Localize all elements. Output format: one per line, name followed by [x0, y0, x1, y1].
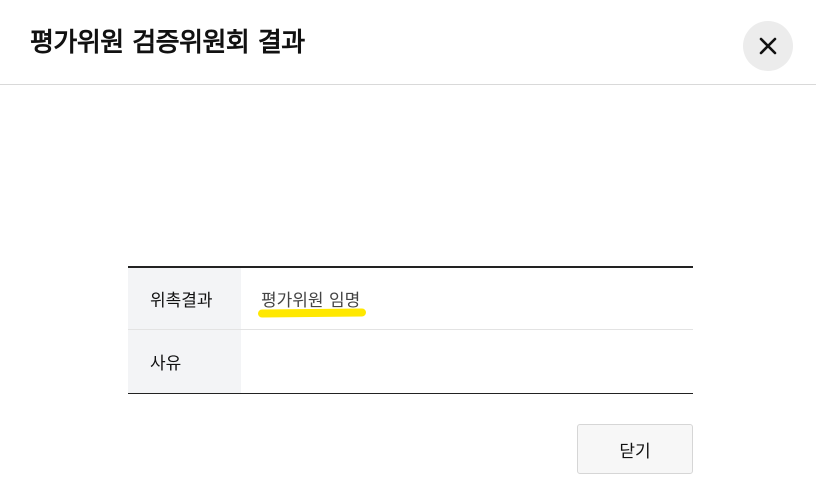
row-label-appointment-result: 위촉결과 [128, 267, 241, 330]
close-icon [759, 37, 777, 55]
dialog-close-button[interactable] [743, 21, 793, 71]
row-label-reason: 사유 [128, 329, 241, 393]
dialog-title: 평가위원 검증위원회 결과 [30, 28, 305, 58]
result-table: 위촉결과 평가위원 임명 사유 [128, 266, 693, 394]
table-row: 사유 [128, 329, 693, 393]
dialog-header: 평가위원 검증위원회 결과 [0, 0, 816, 85]
table-row: 위촉결과 평가위원 임명 [128, 267, 693, 330]
row-value-reason [241, 329, 693, 393]
highlighted-value: 평가위원 임명 [261, 286, 360, 311]
close-button[interactable]: 닫기 [577, 424, 693, 474]
row-value-appointment-result: 평가위원 임명 [241, 267, 693, 330]
result-dialog: 평가위원 검증위원회 결과 위촉결과 평가위원 임명 사유 닫기 [0, 0, 816, 485]
appointment-result-text: 평가위원 임명 [261, 290, 361, 311]
